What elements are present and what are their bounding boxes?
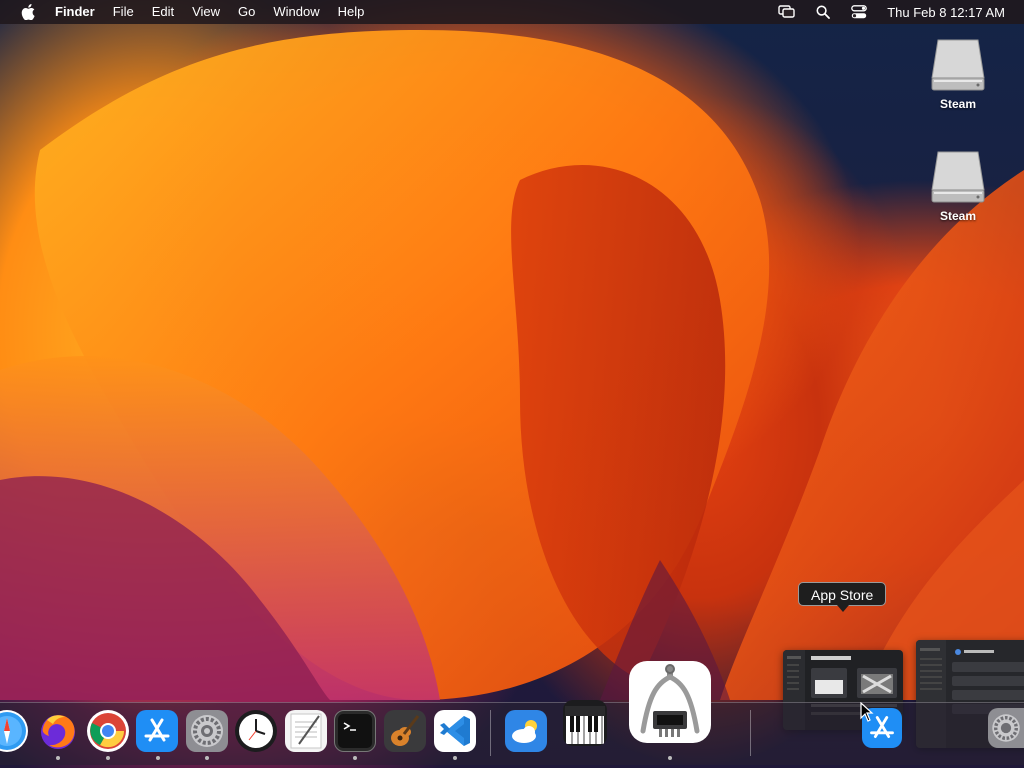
app-store-icon (144, 718, 170, 742)
external-drive-icon (928, 34, 988, 94)
dock-garageband[interactable] (384, 710, 426, 752)
gear-icon (992, 714, 1020, 742)
dock-separator (490, 710, 491, 756)
chrome-icon (90, 713, 126, 749)
dock-running-indicator (353, 756, 357, 760)
menu-edit[interactable]: Edit (143, 0, 183, 24)
dock-app-store[interactable] (136, 710, 178, 752)
vscode-icon (440, 716, 470, 746)
dock-running-indicator (453, 756, 457, 760)
menu-bar: Finder File Edit View Go Window Help Thu… (0, 0, 1024, 24)
dock-piano[interactable] (563, 700, 607, 746)
apple-menu-icon[interactable] (17, 4, 39, 20)
desktop-icon-label: Steam (939, 97, 977, 111)
dock-firefox[interactable] (37, 710, 79, 752)
dock-separator (750, 710, 751, 756)
dock-running-indicator (106, 756, 110, 760)
menu-help[interactable]: Help (329, 0, 374, 24)
firefox-icon (41, 715, 75, 749)
weather-icon (512, 720, 537, 743)
menu-window[interactable]: Window (264, 0, 328, 24)
menu-go[interactable]: Go (229, 0, 264, 24)
menu-file[interactable]: File (104, 0, 143, 24)
desktop-icon-steam-2[interactable]: Steam (918, 146, 998, 223)
dock-clock[interactable] (235, 710, 277, 752)
mouse-cursor-icon (860, 701, 874, 727)
piano-icon (565, 706, 605, 744)
dock-running-indicator (205, 756, 209, 760)
control-center-icon[interactable] (849, 2, 869, 22)
dock-running-indicator (668, 756, 672, 760)
screen-mirroring-icon[interactable] (777, 2, 797, 22)
dock-textedit[interactable] (285, 710, 327, 752)
dock-system-settings[interactable] (186, 710, 228, 752)
menu-view[interactable]: View (183, 0, 229, 24)
clock-icon (239, 714, 273, 748)
dock-weather[interactable] (505, 710, 547, 752)
external-drive-icon (928, 146, 988, 206)
textedit-icon (290, 713, 322, 749)
dock-terminal[interactable] (334, 710, 376, 752)
dock-running-indicator (56, 756, 60, 760)
caliper-icon (640, 664, 700, 737)
expose-system-settings[interactable] (988, 708, 1024, 748)
desktop-icon-label: Steam (939, 209, 977, 223)
dock-visual-studio-code[interactable] (434, 710, 476, 752)
menu-bar-clock[interactable]: Thu Feb 8 12:17 AM (887, 5, 1005, 20)
desktop-icon-steam-1[interactable]: Steam (918, 34, 998, 111)
dock-google-chrome[interactable] (87, 710, 129, 752)
gear-icon (191, 715, 223, 747)
search-icon[interactable] (813, 2, 833, 22)
terminal-icon (338, 714, 372, 748)
dock-running-indicator (156, 756, 160, 760)
dock-tooltip: App Store (798, 582, 887, 612)
dock-system-information[interactable] (629, 661, 711, 743)
guitar-icon (391, 715, 420, 746)
menu-app-name[interactable]: Finder (53, 0, 104, 24)
